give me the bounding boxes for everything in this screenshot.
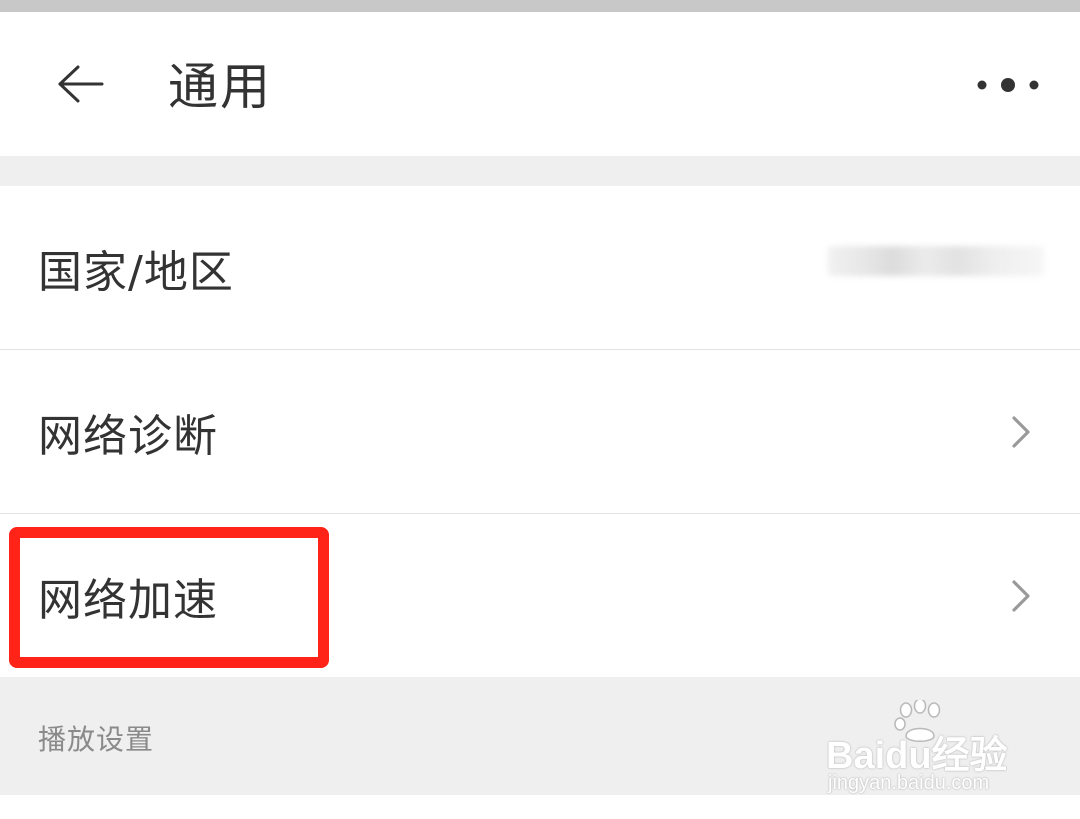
section-title: 播放设置 — [38, 723, 155, 756]
more-options-button[interactable] — [968, 62, 1048, 108]
setting-label-country-region: 国家/地区 — [38, 246, 234, 298]
setting-row-country-region[interactable]: 国家/地区 — [0, 186, 1080, 349]
chevron-right-icon — [1012, 415, 1030, 448]
section-header-playback: 播放设置 — [0, 677, 1080, 795]
status-bar-strip — [0, 0, 1080, 12]
app-header: 通用 — [0, 12, 1080, 156]
page-title: 通用 — [168, 58, 272, 116]
more-dots-icon — [977, 78, 1039, 92]
next-row-partial — [0, 795, 1080, 819]
setting-row-network-diagnosis[interactable]: 网络诊断 — [0, 350, 1080, 513]
chevron-right-icon — [1012, 579, 1030, 612]
back-button[interactable] — [40, 50, 124, 120]
section-gap — [0, 156, 1080, 186]
settings-page: 通用 国家/地区 网络诊断 网络加速 播放设置 Baidu经验 jingyan.… — [0, 0, 1080, 819]
setting-row-network-acceleration[interactable]: 网络加速 — [0, 514, 1080, 677]
obscured-value — [828, 246, 1044, 276]
setting-label-network-acceleration: 网络加速 — [38, 574, 218, 626]
setting-label-network-diagnosis: 网络诊断 — [38, 410, 218, 462]
arrow-left-icon — [58, 65, 104, 103]
